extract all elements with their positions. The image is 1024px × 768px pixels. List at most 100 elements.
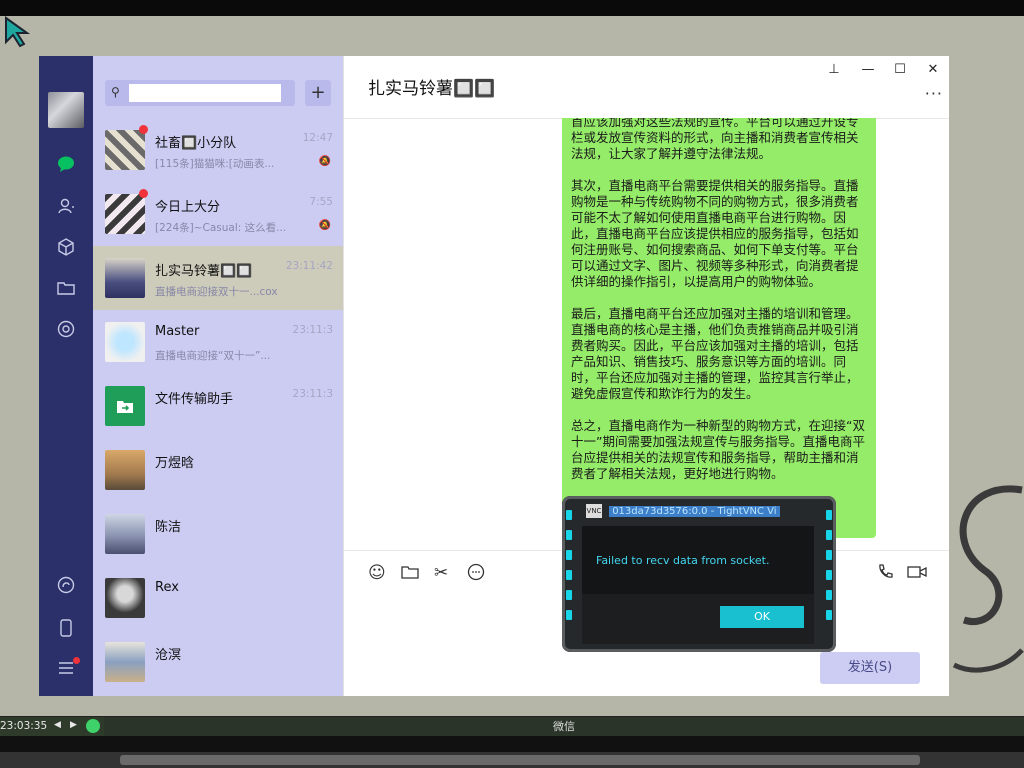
message-paragraph: 最后，直播电商平台还应加强对主播的培训和管理。直播电商的核心是主播，他们负责推销… [571,306,859,401]
dialog-body: Failed to recv data from socket. [582,526,814,594]
more-options-icon[interactable]: ··· [925,84,943,103]
add-chat-button[interactable]: + [305,80,331,106]
message-bubble[interactable]: 首应该加强对这些法规的宣传。平台可以通过开设专栏或发放宣传资料的形式，向主播和消… [562,118,876,538]
menu-badge [73,657,80,664]
dialog-led [566,550,572,560]
nav-sidebar [39,56,93,696]
dialog-led [826,570,832,580]
contact-avatar [105,514,145,554]
chat-name: 今日上大分 [155,200,221,215]
chat-time: 23:11:3 [292,388,333,400]
chat-time: 23:11:42 [285,260,333,272]
mute-icon: 🔕 [318,156,331,167]
top-bar [0,0,1024,16]
chat-time: 7:55 [309,196,333,208]
scrollbar-thumb[interactable] [120,755,920,765]
contacts-icon[interactable] [56,196,76,216]
error-message: Failed to recv data from socket. [596,554,770,567]
chat-history-icon[interactable] [467,563,485,586]
unread-dot [139,125,148,134]
moments-icon[interactable] [56,319,76,339]
chat-name: Master [155,324,200,339]
chat-title: 扎实马铃薯🔲🔲 [368,79,496,99]
group-avatar [105,130,145,170]
bottom-strip [0,736,1024,768]
taskbar-task-wechat[interactable]: 微信 [104,717,1024,736]
chat-name: Rex [155,580,179,595]
chat-preview: [115条]猫猫咪:[动画表... [155,158,275,170]
ok-button[interactable]: OK [720,606,804,628]
wechat-tray-icon[interactable] [86,719,100,733]
taskbar: 23:03:35 ◀ ▶ 微信 [0,716,1024,736]
minimize-button[interactable]: — [858,62,878,77]
file-transfer-icon [105,386,145,426]
search-box[interactable]: ⚲ [105,80,295,106]
chat-name: 文件传输助手 [155,392,234,407]
contact-avatar [105,578,145,618]
message-paragraph: 首应该加强对这些法规的宣传。平台可以通过开设专栏或发放宣传资料的形式，向主播和消… [571,118,859,161]
vnc-error-dialog: VNC 013da73d3576:0.0 - TightVNC Vi Faile… [562,496,836,652]
dialog-led [826,550,832,560]
list-item[interactable]: 文件传输助手 23:11:3 [93,374,343,438]
dialog-led [826,610,832,620]
close-button[interactable]: ✕ [923,62,943,77]
cube-icon[interactable] [56,237,76,257]
taskbar-clock: 23:03:35 [0,720,48,732]
chat-name: 社畜🔲小分队 [155,136,237,151]
dialog-led [566,610,572,620]
chat-name: 万煜晗 [155,456,195,471]
dialog-title-bar[interactable]: VNC 013da73d3576:0.0 - TightVNC Vi [586,504,814,520]
phone-call-icon[interactable] [876,563,894,586]
folder-icon[interactable] [56,278,76,298]
list-item[interactable]: 社畜🔲小分队 [115条]猫猫咪:[动画表... 12:47 🔕 [93,118,343,182]
dialog-led [566,570,572,580]
mouse-cursor-icon [5,16,31,48]
chat-list-panel: ⚲ + 社畜🔲小分队 [115条]猫猫咪:[动画表... 12:47 🔕 今日上… [93,56,343,696]
chat-time: 12:47 [302,132,333,144]
maximize-button[interactable]: ☐ [890,62,910,77]
send-button[interactable]: 发送(S) [820,652,920,684]
video-call-icon[interactable] [907,563,927,586]
dialog-footer: OK [582,594,814,644]
chat-name: 陈洁 [155,520,182,535]
folder-icon[interactable] [401,563,419,586]
scissors-icon[interactable]: ✂ [434,563,448,583]
phone-icon[interactable] [56,618,76,638]
contact-avatar [105,450,145,490]
miniprogram-icon[interactable] [56,575,76,595]
search-icon: ⚲ [111,85,120,99]
search-input[interactable] [129,84,281,102]
dialog-led [566,530,572,540]
taskbar-prev-icon[interactable]: ◀ [54,720,61,730]
vnc-logo-icon: VNC [586,504,602,518]
dialog-led [566,510,572,520]
contact-avatar [105,322,145,362]
list-item[interactable]: 万煜晗 [93,438,343,502]
dialog-led [566,590,572,600]
mute-icon: 🔕 [318,220,331,231]
taskbar-next-icon[interactable]: ▶ [70,720,77,730]
user-avatar[interactable] [48,92,84,128]
group-avatar [105,194,145,234]
chat-name: 沧溟 [155,648,182,663]
list-item[interactable]: Master 直播电商迎接“双十一”... 23:11:3 [93,310,343,374]
chat-preview: 直播电商迎接双十一...cox [155,286,278,298]
list-item[interactable]: 陈洁 [93,502,343,566]
list-item[interactable]: 沧溟 [93,630,343,694]
chat-preview: [224条]~Casual: 这么看... [155,222,287,234]
pin-icon[interactable]: ⊥ [824,62,844,77]
message-paragraph: 总之，直播电商作为一种新型的购物方式，在迎接“双十一”期间需要加强法规宣传与服务… [571,418,865,481]
chat-icon[interactable] [56,154,76,174]
desktop-swirl-decoration [952,485,1024,673]
contact-avatar [105,642,145,682]
unread-dot [139,189,148,198]
chat-time: 23:11:3 [292,324,333,336]
horizontal-scrollbar[interactable] [0,752,1024,768]
dialog-led [826,590,832,600]
dialog-led [826,530,832,540]
list-item[interactable]: 今日上大分 [224条]~Casual: 这么看... 7:55 🔕 [93,182,343,246]
emoji-icon[interactable]: ☺ [368,563,386,583]
contact-avatar [105,258,145,298]
list-item-active[interactable]: 扎实马铃薯🔲🔲 直播电商迎接双十一...cox 23:11:42 [93,246,343,310]
list-item[interactable]: Rex [93,566,343,630]
